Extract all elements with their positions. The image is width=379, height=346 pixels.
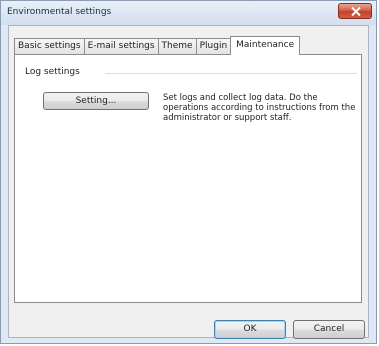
tab-plugin[interactable]: Plugin	[195, 38, 232, 54]
tab-strip: Basic settings E-mail settings Theme Plu…	[14, 36, 301, 55]
window-title: Environmental settings	[7, 7, 112, 17]
maintenance-panel: Log settings Setting... Set logs and col…	[14, 54, 362, 303]
close-icon	[351, 7, 361, 16]
settings-dialog: Environmental settings Basic settings E-…	[0, 0, 377, 344]
tab-theme[interactable]: Theme	[157, 38, 197, 54]
log-settings-group-label: Log settings	[25, 67, 84, 77]
dialog-body: Basic settings E-mail settings Theme Plu…	[8, 25, 369, 339]
title-bar[interactable]: Environmental settings	[1, 1, 376, 25]
log-settings-description: Set logs and collect log data. Do the op…	[163, 93, 356, 123]
tab-maintenance[interactable]: Maintenance	[230, 36, 301, 55]
tab-email-settings[interactable]: E-mail settings	[83, 38, 159, 54]
tab-basic-settings[interactable]: Basic settings	[14, 38, 85, 54]
log-setting-button[interactable]: Setting...	[43, 92, 149, 110]
close-button[interactable]	[338, 3, 372, 19]
group-divider	[105, 73, 357, 74]
ok-button[interactable]: OK	[214, 320, 286, 339]
cancel-button[interactable]: Cancel	[293, 320, 365, 339]
